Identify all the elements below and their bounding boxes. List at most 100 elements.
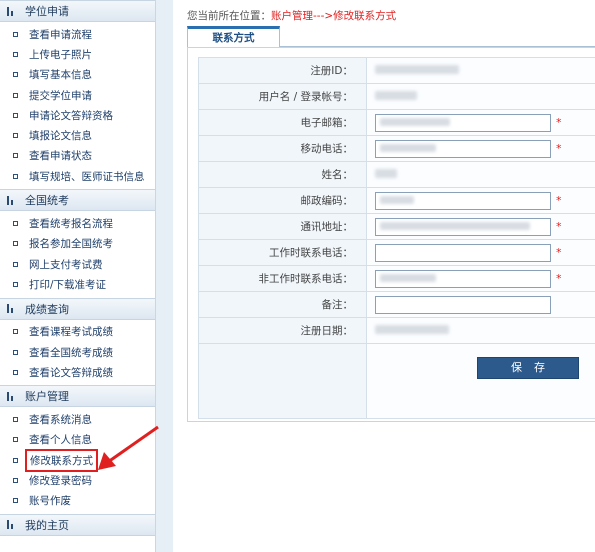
field-label: 非工作时联系电话： (198, 265, 367, 292)
required-mark: * (556, 219, 562, 233)
form-row-actions: 保存 (198, 343, 595, 419)
sidebar-item[interactable]: 查看课程考试成绩 (0, 322, 155, 342)
square-bullet-icon (13, 417, 18, 423)
tab-contact[interactable]: 联系方式 (187, 26, 280, 48)
sidebar-item[interactable]: 查看申请状态 (0, 146, 155, 166)
field-label: 用户名 / 登录帐号： (198, 83, 367, 110)
form-row-work-phone: 工作时联系电话： * (198, 239, 595, 266)
section-title: 全国统考 (25, 194, 69, 208)
square-bullet-icon (13, 369, 18, 375)
square-bullet-icon (13, 92, 18, 98)
bar-chart-icon (7, 391, 17, 401)
sidebar-item[interactable]: 查看系统消息 (0, 409, 155, 429)
sidebar-item-label: 打印/下载准考证 (29, 278, 107, 291)
section-header-scores[interactable]: 成绩查询 (0, 297, 155, 320)
sidebar-item[interactable]: 填写基本信息 (0, 65, 155, 85)
sidebar-item-label: 查看申请状态 (29, 150, 92, 163)
sidebar-item-label: 填写基本信息 (29, 69, 92, 82)
sidebar-item[interactable]: 上传电子照片 (0, 44, 155, 64)
main-content: 您当前所在位置：账户管理--->修改联系方式 联系方式 注册ID： 用户名 / … (173, 0, 595, 552)
form-row-remark: 备注： (198, 291, 595, 318)
sidebar-item[interactable]: 提交学位申请 (0, 85, 155, 105)
breadcrumb-prefix: 您当前所在位置： (187, 10, 271, 22)
sidebar-item-label: 填报论文信息 (29, 130, 92, 143)
sidebar-item[interactable]: 查看申请流程 (0, 24, 155, 44)
sidebar-item[interactable]: 网上支付考试费 (0, 254, 155, 274)
square-bullet-icon (13, 477, 18, 483)
field-label: 工作时联系电话： (198, 239, 367, 266)
sidebar-item[interactable]: 查看统考报名流程 (0, 213, 155, 233)
sidebar-item-label: 查看系统消息 (29, 414, 92, 427)
offwork-phone-field[interactable] (375, 269, 551, 288)
sidebar-item-modify-contact[interactable]: 修改联系方式 (0, 448, 155, 472)
square-bullet-icon (13, 112, 18, 118)
sidebar-item[interactable]: 修改登录密码 (0, 470, 155, 490)
sidebar-item[interactable]: 申请论文答辩资格 (0, 105, 155, 125)
register-id-value (366, 57, 595, 84)
square-bullet-icon (13, 221, 18, 227)
sidebar-nav: 学位申请 查看申请流程 上传电子照片 填写基本信息 提交学位申请 申请论文答辩资… (0, 0, 156, 552)
square-bullet-icon (13, 437, 18, 443)
section-header-account[interactable]: 账户管理 (0, 385, 155, 408)
section-title: 我的主页 (25, 518, 69, 532)
sidebar-item-label: 网上支付考试费 (29, 258, 103, 271)
sidebar-section: 全国统考 查看统考报名流程 报名参加全国统考 网上支付考试费 打印/下载准考证 (0, 189, 155, 297)
sidebar-item-label: 上传电子照片 (29, 48, 92, 61)
username-value (366, 83, 595, 110)
save-button[interactable]: 保存 (477, 357, 579, 379)
sidebar-item-label: 查看论文答辩成绩 (29, 366, 113, 379)
sidebar-gutter (156, 0, 173, 552)
field-label: 电子邮箱： (198, 109, 367, 136)
sidebar-item-label: 查看申请流程 (29, 28, 92, 41)
form-row-email: 电子邮箱： * (198, 109, 595, 136)
square-bullet-icon (13, 261, 18, 267)
sidebar-item-label: 账号作废 (29, 495, 71, 508)
form-row-register-date: 注册日期： (198, 317, 595, 344)
required-mark: * (556, 115, 562, 129)
sidebar-item[interactable]: 查看论文答辩成绩 (0, 362, 155, 382)
postcode-field[interactable] (375, 191, 551, 210)
remark-field[interactable] (375, 295, 551, 314)
sidebar-item-label: 修改联系方式 (25, 448, 98, 472)
sidebar-item-label: 查看课程考试成绩 (29, 326, 113, 339)
sidebar-section: 账户管理 查看系统消息 查看个人信息 修改联系方式 修改登录密码 账号作废 (0, 385, 155, 513)
email-field[interactable] (375, 113, 551, 132)
sidebar-item[interactable]: 账号作废 (0, 491, 155, 511)
sidebar-item-label: 修改登录密码 (29, 474, 92, 487)
sidebar-item[interactable]: 打印/下载准考证 (0, 274, 155, 294)
tab-bar: 联系方式 (187, 26, 595, 48)
bar-chart-icon (7, 6, 17, 16)
square-bullet-icon (13, 153, 18, 159)
square-bullet-icon (13, 133, 18, 139)
sidebar-item[interactable]: 查看全国统考成绩 (0, 342, 155, 362)
field-label: 姓名： (198, 161, 367, 188)
form-panel: 注册ID： 用户名 / 登录帐号： 电子邮箱： * 移动电话： * 姓名： 邮政… (187, 47, 595, 422)
square-bullet-icon (13, 31, 18, 37)
mobile-phone-field[interactable] (375, 139, 551, 158)
sidebar-item-label: 填写规培、医师证书信息 (29, 170, 145, 183)
field-label: 注册日期： (198, 317, 367, 344)
form-row-postcode: 邮政编码： * (198, 187, 595, 214)
section-title: 账户管理 (25, 390, 69, 404)
square-bullet-icon (13, 281, 18, 287)
work-phone-field[interactable] (375, 243, 551, 262)
sidebar-item-label: 查看全国统考成绩 (29, 346, 113, 359)
name-value (366, 161, 595, 188)
empty-cell (198, 343, 367, 419)
sidebar-item[interactable]: 填报论文信息 (0, 125, 155, 145)
field-label: 注册ID： (198, 57, 367, 84)
form-row-address: 通讯地址： * (198, 213, 595, 240)
sidebar-item[interactable]: 填写规培、医师证书信息 (0, 166, 155, 186)
section-header-exam[interactable]: 全国统考 (0, 189, 155, 212)
sidebar-item[interactable]: 查看个人信息 (0, 430, 155, 450)
bar-chart-icon (7, 195, 17, 205)
sidebar-item[interactable]: 报名参加全国统考 (0, 234, 155, 254)
address-field[interactable] (375, 217, 551, 236)
form-row-offwork-phone: 非工作时联系电话： * (198, 265, 595, 292)
square-bullet-icon (13, 72, 18, 78)
square-bullet-icon (13, 457, 18, 463)
square-bullet-icon (13, 173, 18, 179)
field-label: 备注： (198, 291, 367, 318)
section-header-home[interactable]: 我的主页 (0, 513, 155, 536)
section-header-degree[interactable]: 学位申请 (0, 0, 155, 22)
